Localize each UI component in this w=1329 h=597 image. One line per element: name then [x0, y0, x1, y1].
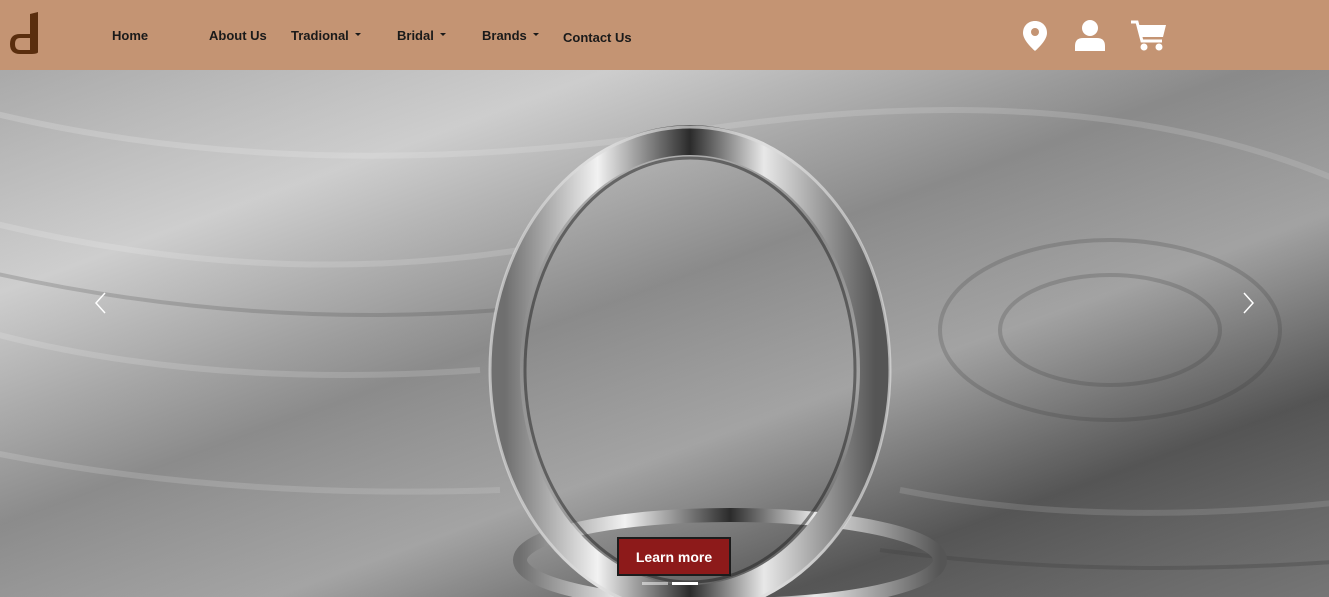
carousel-indicator-2[interactable]	[672, 582, 698, 585]
caret-down-icon	[354, 32, 361, 36]
nav-contact-label: Contact Us	[563, 29, 632, 45]
caret-down-icon	[439, 32, 446, 36]
hero-carousel: Learn more	[0, 70, 1329, 597]
nav-home-label: Home	[112, 27, 149, 43]
nav-about-label: About Us	[209, 27, 267, 43]
carousel-indicators	[642, 582, 698, 585]
nav-brands-label: Brands	[482, 27, 527, 43]
carousel-next-arrow[interactable]	[1233, 288, 1263, 318]
nav-traditional-dropdown[interactable]: Tradional	[291, 0, 361, 70]
carousel-indicator-1[interactable]	[642, 582, 668, 585]
carousel-prev-arrow[interactable]	[86, 288, 116, 318]
learn-more-label: Learn more	[635, 548, 713, 565]
nav-bridal-dropdown[interactable]: Bridal	[397, 0, 446, 70]
nav-about-link[interactable]: About Us	[209, 0, 267, 70]
nav-home-link[interactable]: Home	[112, 0, 148, 70]
user-icon[interactable]	[1075, 20, 1105, 51]
top-navbar: Home About Us Tradional Bridal Brands Co…	[0, 0, 1329, 70]
shopping-cart-icon[interactable]	[1131, 20, 1167, 52]
nav-brands-dropdown[interactable]: Brands	[482, 0, 539, 70]
learn-more-button[interactable]: Learn more	[617, 537, 731, 576]
hero-slide-image	[0, 70, 1329, 597]
nav-contact-link[interactable]: Contact Us	[563, 2, 632, 72]
nav-traditional-label: Tradional	[291, 27, 349, 43]
location-pin-icon[interactable]	[1023, 21, 1047, 51]
caret-down-icon	[532, 32, 539, 36]
nav-bridal-label: Bridal	[397, 27, 434, 43]
brand-logo[interactable]	[8, 12, 42, 56]
